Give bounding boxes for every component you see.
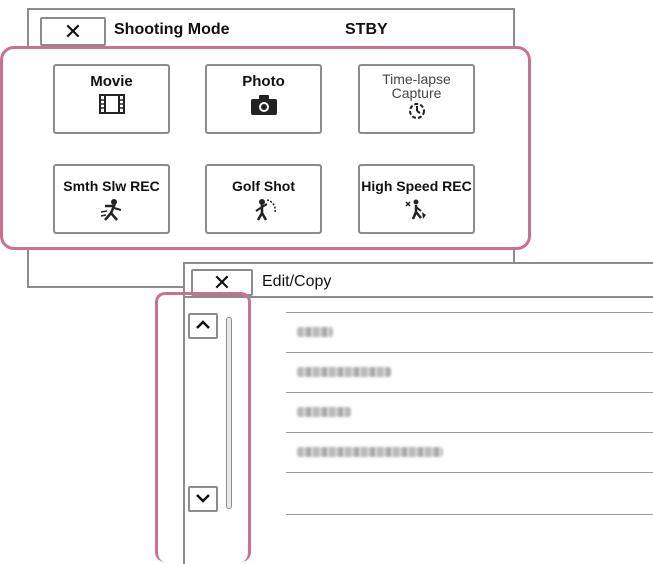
- edit-copy-panel: [183, 262, 653, 564]
- golf-swing-icon: [251, 198, 277, 222]
- list-item-text[interactable]: [297, 367, 391, 377]
- timelapse-icon: [408, 102, 426, 120]
- mode-label: Smth Slw REC: [63, 178, 160, 194]
- close-button[interactable]: ✕: [191, 269, 253, 296]
- status-label: STBY: [345, 21, 388, 38]
- list-item-text[interactable]: [297, 327, 333, 337]
- mode-label: Movie: [90, 73, 133, 90]
- row-divider: [286, 392, 653, 393]
- time-lapse-capture-button[interactable]: Time-lapse Capture: [358, 64, 475, 134]
- mode-label: Golf Shot: [232, 178, 295, 194]
- high-speed-icon: [404, 198, 430, 222]
- mode-selection-highlight: Movie Photo Time-lapse Capture Smth Slw …: [0, 46, 531, 250]
- high-speed-rec-button[interactable]: High Speed REC: [358, 164, 475, 234]
- camera-icon: [250, 94, 278, 116]
- photo-mode-button[interactable]: Photo: [205, 64, 322, 134]
- row-divider: [286, 312, 653, 313]
- row-divider: [286, 432, 653, 433]
- list-item-text[interactable]: [297, 447, 443, 457]
- close-icon: ✕: [63, 18, 83, 44]
- close-button[interactable]: ✕: [40, 17, 106, 46]
- page-title: Edit/Copy: [262, 273, 332, 290]
- scroll-down-button[interactable]: [188, 486, 218, 512]
- mode-label: High Speed REC: [361, 178, 472, 194]
- chevron-up-icon: [195, 317, 211, 335]
- scroll-up-button[interactable]: [188, 313, 218, 339]
- close-icon: ✕: [212, 269, 232, 295]
- mode-label: Time-lapse Capture: [382, 71, 451, 101]
- chevron-down-icon: [195, 490, 211, 508]
- slow-motion-icon: [99, 198, 125, 222]
- row-divider: [286, 352, 653, 353]
- header-divider: [183, 296, 653, 298]
- list-item-text[interactable]: [297, 407, 351, 417]
- film-strip-icon: [98, 94, 125, 114]
- movie-mode-button[interactable]: Movie: [53, 64, 170, 134]
- page-title: Shooting Mode: [114, 21, 230, 38]
- row-divider: [286, 514, 653, 515]
- scrollbar[interactable]: [226, 317, 232, 509]
- mode-label: Photo: [242, 73, 285, 90]
- golf-shot-button[interactable]: Golf Shot: [205, 164, 322, 234]
- smooth-slow-rec-button[interactable]: Smth Slw REC: [53, 164, 170, 234]
- row-divider: [286, 472, 653, 473]
